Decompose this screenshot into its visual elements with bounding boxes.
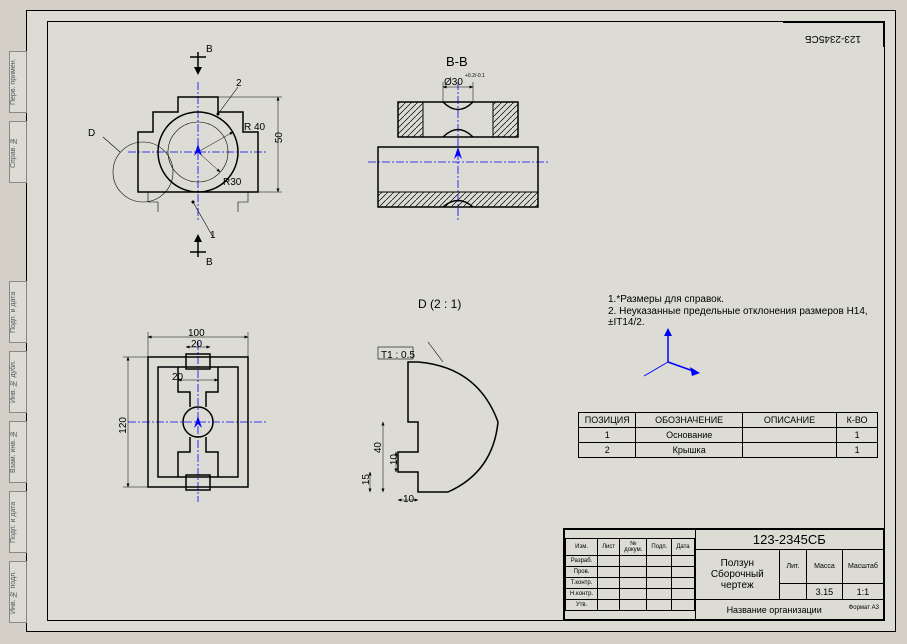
side-tab: Инв. № подл.	[9, 561, 27, 623]
dim-20b: 20	[172, 372, 183, 383]
view-section-bb	[368, 82, 548, 222]
side-tab: Подп. и дата	[9, 281, 27, 343]
tb-docn: № докум.	[620, 539, 647, 556]
tb-date: Дата	[672, 539, 694, 556]
side-tab: Взам. инв. №	[9, 421, 27, 483]
view-detail-d	[370, 342, 498, 500]
bom-h-qty: К-ВО	[837, 413, 878, 428]
dim-100: 100	[188, 328, 205, 339]
tb-mass-h: Масса	[807, 550, 843, 584]
dim-120: 120	[118, 417, 129, 434]
side-tab: Подп. и дата	[9, 491, 27, 553]
tb-list: Лист	[598, 539, 620, 556]
tb-sign: Подп.	[647, 539, 672, 556]
balloon-1: 1	[210, 230, 216, 241]
section-letter-b-top: B	[206, 44, 213, 55]
tb-izm: Изм.	[566, 539, 598, 556]
detail-label-d: D (2 : 1)	[418, 297, 461, 311]
tb-razrab: Разраб.	[566, 556, 598, 567]
tb-lit-h: Лит.	[779, 550, 806, 584]
bom-desc	[742, 428, 836, 443]
dim-10a: 10	[389, 454, 400, 465]
section-letter-b-bottom: B	[206, 257, 213, 268]
view-front	[123, 332, 268, 502]
tb-part-name: Ползун	[700, 558, 775, 569]
note-1: 1.*Размеры для справок.	[608, 294, 724, 305]
bom-desc	[742, 443, 836, 458]
bom-pos: 2	[579, 443, 636, 458]
section-arrow-top	[190, 52, 206, 75]
bom-qty: 1	[837, 443, 878, 458]
title-block: Изм.Лист№ докум.Подп.Дата Разраб. Пров. …	[563, 528, 884, 620]
tb-tkontr: Т.контр.	[566, 578, 598, 589]
tb-format: Формат А3	[849, 605, 879, 611]
tb-mass: 3.15	[807, 584, 843, 600]
side-tab: Перв. примен.	[9, 51, 27, 113]
dim-d30-tol: +0.2/-0.1	[465, 73, 485, 79]
tb-lit	[779, 584, 806, 600]
tb-scale: 1:1	[842, 584, 883, 600]
drawing-frame: 123-2345СБ	[47, 21, 885, 621]
bom-desig: Крышка	[636, 443, 742, 458]
bom-table: ПОЗИЦИЯ ОБОЗНАЧЕНИЕ ОПИСАНИЕ К-ВО 1 Осно…	[578, 412, 878, 458]
dim-10b: 10	[403, 494, 414, 505]
tb-org-text: Название организации	[727, 605, 822, 615]
tb-prov: Пров.	[566, 567, 598, 578]
detail-letter-d: D	[88, 128, 95, 139]
section-arrow-bottom	[190, 234, 206, 257]
view-plan	[103, 82, 282, 237]
tb-org: Название организации Формат А3	[695, 600, 883, 620]
side-tab: Инв. № дубл.	[9, 351, 27, 413]
bom-h-desc: ОПИСАНИЕ	[742, 413, 836, 428]
coordinate-triad	[644, 328, 700, 376]
dim-15: 15	[361, 474, 372, 485]
table-row: 2 Крышка 1	[579, 443, 878, 458]
dim-d30: Ø30	[444, 77, 463, 88]
bom-pos: 1	[579, 428, 636, 443]
dim-r40: R 40	[244, 122, 265, 133]
tb-utv: Утв.	[566, 600, 598, 611]
tb-nkontr: Н.контр.	[566, 589, 598, 600]
side-tab: Справ. №	[9, 121, 27, 183]
tb-drawing-type: Сборочный чертеж	[700, 569, 775, 591]
tol-t1: T1 : 0.5	[381, 350, 415, 361]
table-row: 1 Основание 1	[579, 428, 878, 443]
dim-50: 50	[274, 132, 285, 143]
dim-r30: R30	[223, 177, 241, 188]
balloon-2: 2	[236, 78, 242, 89]
dim-20: 20	[191, 339, 202, 350]
tb-drawing-number: 123-2345СБ	[695, 530, 883, 550]
note-2: 2. Неуказанные предельные отклонения раз…	[608, 306, 884, 328]
bom-h-pos: ПОЗИЦИЯ	[579, 413, 636, 428]
dim-40: 40	[373, 442, 384, 453]
bom-desig: Основание	[636, 428, 742, 443]
tb-scale-h: Масштаб	[842, 550, 883, 584]
bom-h-desig: ОБОЗНАЧЕНИЕ	[636, 413, 742, 428]
section-label-bb: B-B	[446, 54, 468, 69]
bom-qty: 1	[837, 428, 878, 443]
tb-part-name-cell: Ползун Сборочный чертеж	[695, 550, 779, 600]
